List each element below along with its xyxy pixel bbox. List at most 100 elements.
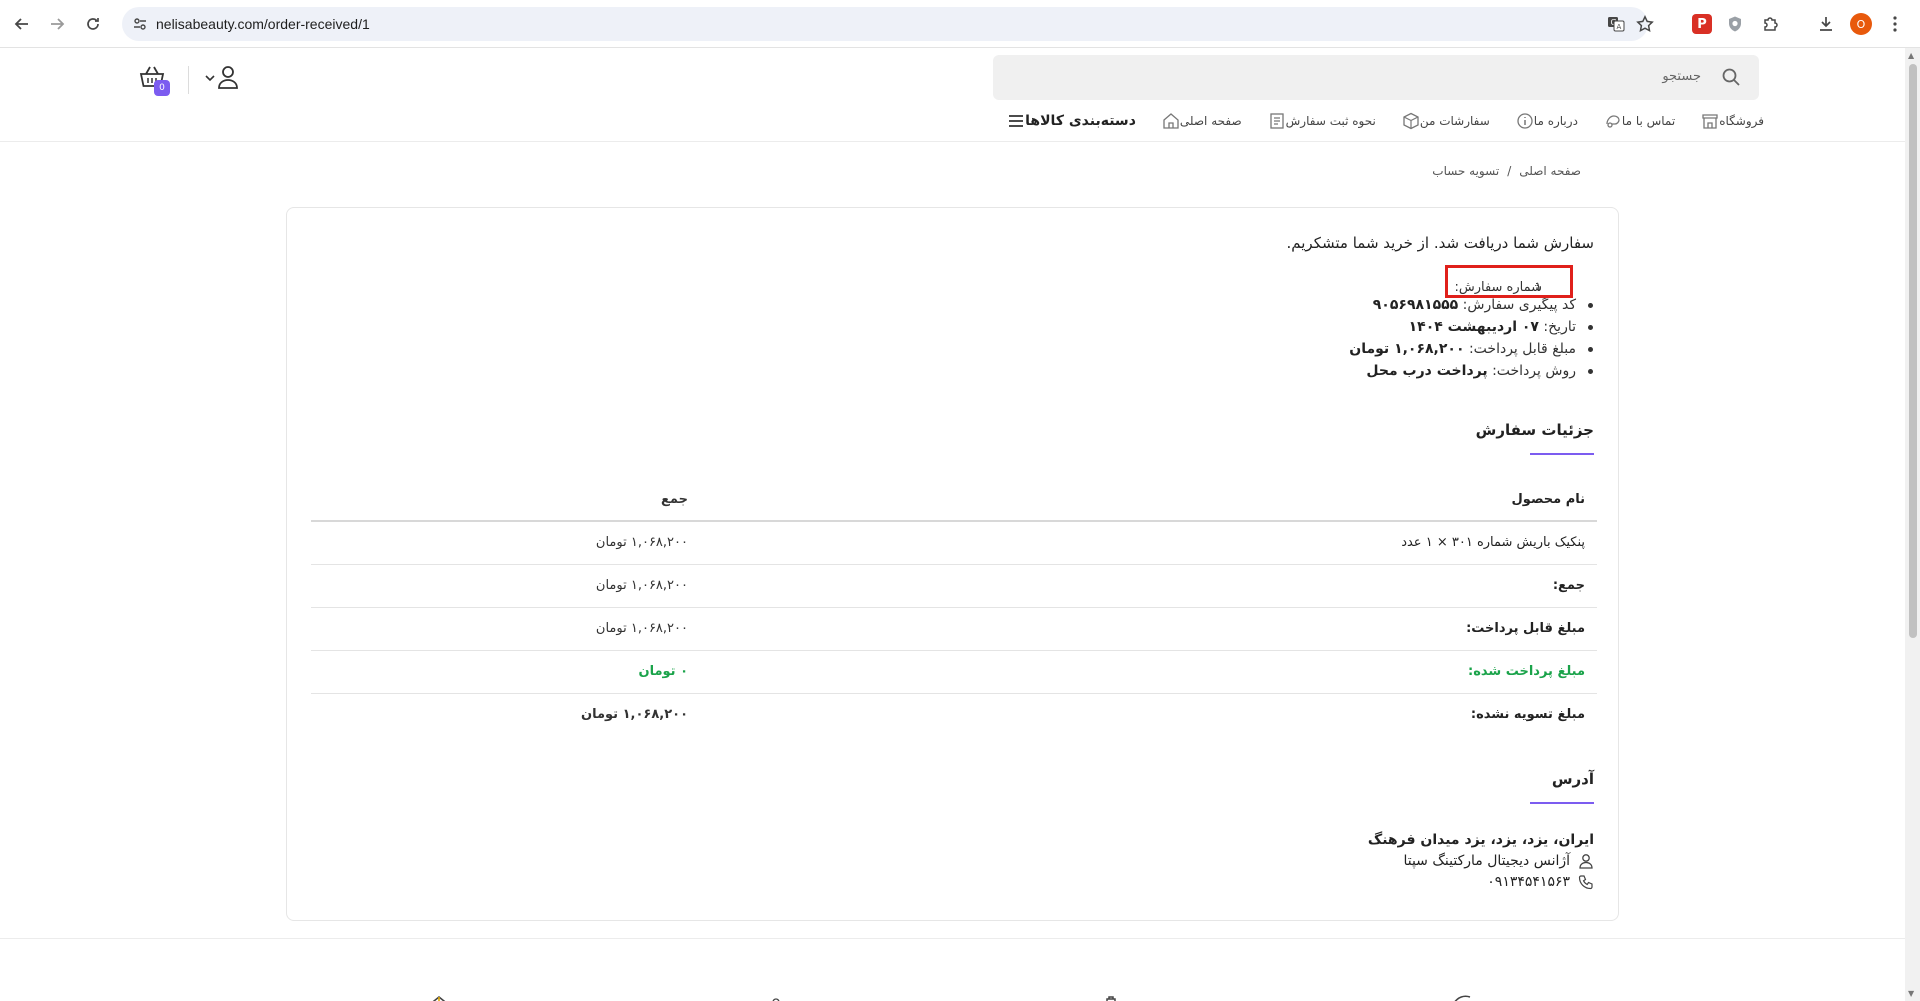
home-icon: [1162, 112, 1180, 130]
product-total: ۱,۰۶۸,۲۰۰ تومان: [595, 535, 688, 550]
paid-label: مبلغ پرداخت شده:: [1468, 664, 1585, 679]
user-icon: [218, 66, 238, 89]
address-name-line: آژانس دیجیتال مارکتینگ سپتا: [1368, 850, 1594, 871]
site-header: جستجو 0 دسته‌بندی کالاها ص: [0, 48, 1905, 142]
footer-feature-icon-1: [426, 990, 452, 1001]
order-details-underline: [1530, 453, 1594, 455]
nav-home[interactable]: صفحه اصلی: [1158, 112, 1242, 130]
back-icon[interactable]: [9, 11, 35, 37]
address-line: ایران، یزد، یزد، یزد میدان فرهنگ: [1368, 829, 1594, 850]
nav-contact-label: تماس با ما: [1621, 114, 1676, 128]
nav-categories-label: دسته‌بندی کالاها: [1025, 113, 1136, 129]
paid-value: ۰ تومان: [638, 664, 688, 679]
breadcrumb: صفحه اصلی / تسویه حساب: [1432, 164, 1581, 178]
tracking-code-label: کد پیگیری سفارش:: [1462, 297, 1576, 313]
nav-contact[interactable]: تماس با ما: [1600, 112, 1675, 130]
col-total-header: جمع: [661, 492, 688, 507]
extensions-puzzle-icon[interactable]: [1759, 12, 1783, 36]
address-phone: ۰۹۱۳۴۵۴۱۵۶۳: [1487, 873, 1570, 890]
order-number-label: شماره سفارش:: [1454, 280, 1542, 295]
table-row-product: پنکیک باریش شماره ۳۰۱ × ۱ عدد ۱,۰۶۸,۲۰۰ …: [311, 522, 1597, 565]
translate-icon[interactable]: GA: [1606, 14, 1626, 34]
footer-feature-icon-3: [1104, 990, 1130, 1001]
table-row-unsettled: مبلغ تسویه نشده: ۱,۰۶۸,۲۰۰ تومان: [311, 694, 1597, 737]
nav-about-label: درباره ما: [1533, 114, 1578, 128]
payable-amount-item: مبلغ قابل پرداخت: ۱,۰۶۸,۲۰۰ تومان: [1349, 338, 1593, 360]
nav-how-to-order[interactable]: نحوه ثبت سفارش: [1264, 112, 1376, 130]
order-date-item: تاریخ: ۰۷ اردیبهشت ۱۴۰۴: [1349, 316, 1593, 338]
svg-text:A: A: [1617, 23, 1622, 31]
order-number-value: ۱: [1535, 280, 1542, 295]
order-thanks-message: سفارش شما دریافت شد. از خرید شما متشکریم…: [1286, 234, 1595, 252]
chevron-down-icon: [205, 75, 215, 82]
payment-method-value: پرداخت درب محل: [1366, 363, 1488, 379]
nav-shop[interactable]: فروشگاه: [1697, 112, 1764, 130]
col-product-header: نام محصول: [1511, 492, 1585, 507]
page-scrollbar[interactable]: ▲ ▼: [1905, 48, 1920, 1001]
address-bar[interactable]: nelisabeauty.com/order-received/1 GA: [122, 7, 1654, 41]
order-details-title: جزئیات سفارش: [1475, 421, 1594, 439]
payable-amount-label: مبلغ قابل پرداخت:: [1468, 341, 1576, 357]
browser-toolbar: nelisabeauty.com/order-received/1 GA P O: [0, 0, 1920, 48]
reload-icon[interactable]: [80, 11, 106, 37]
main-nav: دسته‌بندی کالاها صفحه اصلی نحوه ثبت سفار…: [973, 110, 1764, 132]
unsettled-label: مبلغ تسویه نشده:: [1470, 707, 1585, 722]
url-text[interactable]: nelisabeauty.com/order-received/1: [156, 16, 370, 32]
breadcrumb-home[interactable]: صفحه اصلی: [1519, 164, 1581, 178]
table-row-subtotal: جمع: ۱,۰۶۸,۲۰۰ تومان: [311, 565, 1597, 608]
downloads-icon[interactable]: [1814, 12, 1838, 36]
table-row-paid: مبلغ پرداخت شده: ۰ تومان: [311, 651, 1597, 694]
footer-feature-icon-4: [1452, 990, 1478, 1001]
order-received-card: سفارش شما دریافت شد. از خرید شما متشکریم…: [286, 207, 1619, 921]
unsettled-value: ۱,۰۶۸,۲۰۰ تومان: [580, 707, 688, 722]
info-icon: [1516, 112, 1534, 130]
payment-method-item: روش پرداخت: پرداخت درب محل: [1349, 360, 1593, 382]
nav-home-label: صفحه اصلی: [1179, 114, 1242, 128]
forward-icon[interactable]: [44, 11, 70, 37]
address-text: ایران، یزد، یزد، یزد میدان فرهنگ: [1367, 831, 1594, 848]
user-icon: [1578, 853, 1594, 869]
nav-how-to-order-label: نحوه ثبت سفارش: [1285, 114, 1376, 128]
product-name[interactable]: پنکیک باریش شماره ۳۰۱ × ۱ عدد: [1401, 535, 1585, 550]
table-row-payable: مبلغ قابل پرداخت: ۱,۰۶۸,۲۰۰ تومان: [311, 608, 1597, 651]
order-date-value: ۰۷ اردیبهشت ۱۴۰۴: [1408, 319, 1539, 335]
payable-value: ۱,۰۶۸,۲۰۰ تومان: [595, 621, 688, 636]
address-phone-line: ۰۹۱۳۴۵۴۱۵۶۳: [1368, 871, 1594, 892]
order-number-highlight: شماره سفارش: ۱: [1445, 265, 1573, 298]
store-icon: [1701, 112, 1719, 130]
footer-feature-icon-2: [770, 990, 796, 1001]
nav-about[interactable]: درباره ما: [1512, 112, 1578, 130]
payable-label: مبلغ قابل پرداخت:: [1466, 621, 1585, 636]
search-placeholder: جستجو: [1662, 69, 1701, 84]
scrollbar-thumb[interactable]: [1909, 64, 1917, 638]
cart-count-badge: 0: [154, 80, 170, 96]
nav-my-orders-label: سفارشات من: [1419, 114, 1490, 128]
nav-shop-label: فروشگاه: [1719, 114, 1764, 128]
scroll-down-icon[interactable]: ▼: [1908, 989, 1914, 998]
search-input[interactable]: جستجو: [993, 55, 1759, 100]
tracking-code-value: ۹۰۵۶۹۸۱۵۵۵: [1372, 297, 1459, 313]
account-menu-button[interactable]: [204, 64, 240, 96]
contact-icon: [1604, 112, 1622, 130]
browser-menu-icon[interactable]: [1883, 12, 1907, 36]
clipboard-icon: [1268, 112, 1286, 130]
pocket-extension-icon[interactable]: P: [1692, 14, 1712, 34]
payable-amount-value: ۱,۰۶۸,۲۰۰ تومان: [1349, 341, 1465, 357]
payment-method-label: روش پرداخت:: [1492, 363, 1576, 379]
address-block: ایران، یزد، یزد، یزد میدان فرهنگ آژانس د…: [1368, 829, 1594, 892]
shield-extension-icon[interactable]: [1723, 12, 1747, 36]
breadcrumb-separator: /: [1507, 164, 1512, 178]
order-date-label: تاریخ:: [1543, 319, 1576, 335]
package-icon: [1402, 112, 1420, 130]
breadcrumb-current: تسویه حساب: [1432, 164, 1500, 178]
table-header-row: نام محصول جمع: [311, 479, 1597, 522]
bookmark-star-icon[interactable]: [1635, 14, 1655, 34]
search-icon[interactable]: [1721, 67, 1741, 87]
nav-my-orders[interactable]: سفارشات من: [1398, 112, 1490, 130]
profile-avatar[interactable]: O: [1850, 13, 1872, 35]
nav-categories[interactable]: دسته‌بندی کالاها: [1001, 112, 1136, 130]
scroll-up-icon[interactable]: ▲: [1908, 51, 1914, 60]
subtotal-label: جمع:: [1552, 578, 1585, 593]
cart-button[interactable]: 0: [138, 64, 170, 96]
site-settings-icon[interactable]: [132, 16, 148, 32]
